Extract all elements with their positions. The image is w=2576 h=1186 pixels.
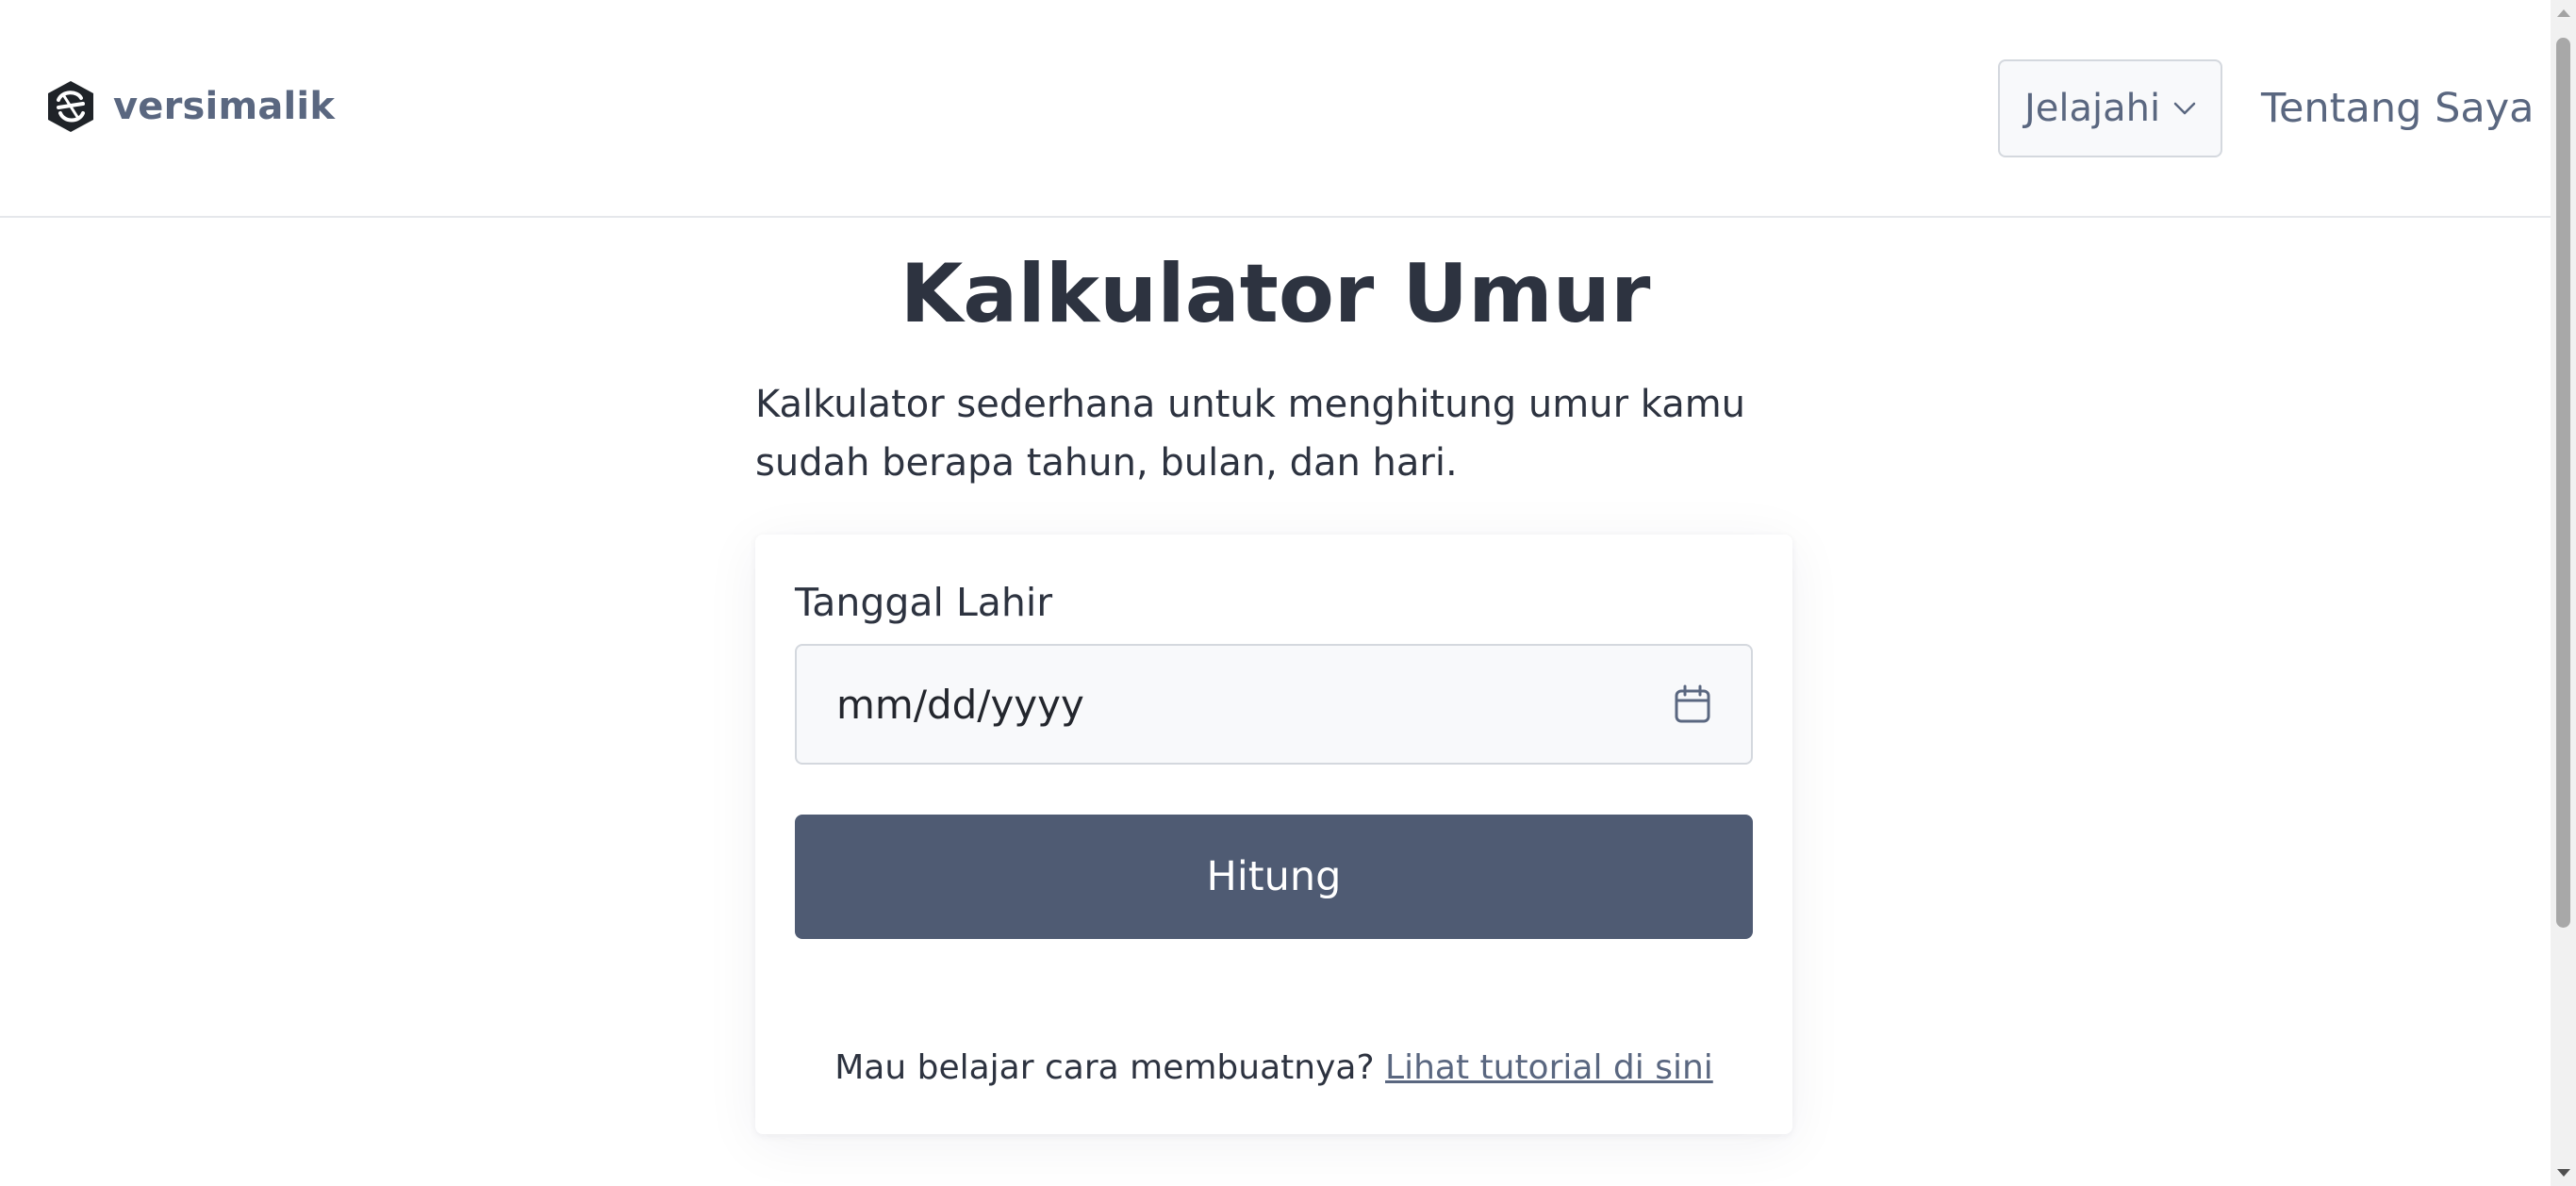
about-link[interactable]: Tentang Saya	[2261, 80, 2535, 137]
scroll-down-arrow-icon[interactable]	[2557, 1169, 2570, 1177]
page-title: Kalkulator Umur	[900, 247, 1651, 341]
scroll-up-arrow-icon[interactable]	[2557, 9, 2570, 17]
page-description: Kalkulator sederhana untuk menghitung um…	[755, 383, 1746, 485]
calendar-icon[interactable]	[1674, 684, 1711, 724]
tutorial-prompt: Mau belajar cara membuatnya?	[834, 1048, 1375, 1087]
brand-logo-icon	[48, 81, 93, 132]
brand-name: versimalik	[113, 85, 336, 128]
site-header: versimalik Jelajahi Tentang Saya	[0, 0, 2551, 218]
birthdate-input[interactable]: mm/dd/yyyy	[795, 644, 1753, 765]
explore-dropdown-button[interactable]: Jelajahi	[1998, 59, 2222, 157]
page: versimalik Jelajahi Tentang Saya Kalkula…	[0, 0, 2576, 1186]
calculate-button[interactable]: Hitung	[795, 815, 1753, 939]
tutorial-line: Mau belajar cara membuatnya? Lihat tutor…	[755, 1042, 1792, 1095]
tutorial-link[interactable]: Lihat tutorial di sini	[1385, 1048, 1713, 1087]
scroll-thumb[interactable]	[2556, 38, 2570, 928]
age-calculator-card: Tanggal Lahir mm/dd/yyyy Hitung Mau bela…	[755, 535, 1792, 1134]
birthdate-label: Tanggal Lahir	[795, 580, 1053, 625]
explore-label: Jelajahi	[2023, 87, 2161, 130]
chevron-down-icon	[2173, 102, 2196, 115]
brand-link[interactable]: versimalik	[45, 77, 335, 136]
vertical-scrollbar[interactable]	[2551, 0, 2576, 1186]
birthdate-placeholder: mm/dd/yyyy	[836, 681, 1084, 728]
